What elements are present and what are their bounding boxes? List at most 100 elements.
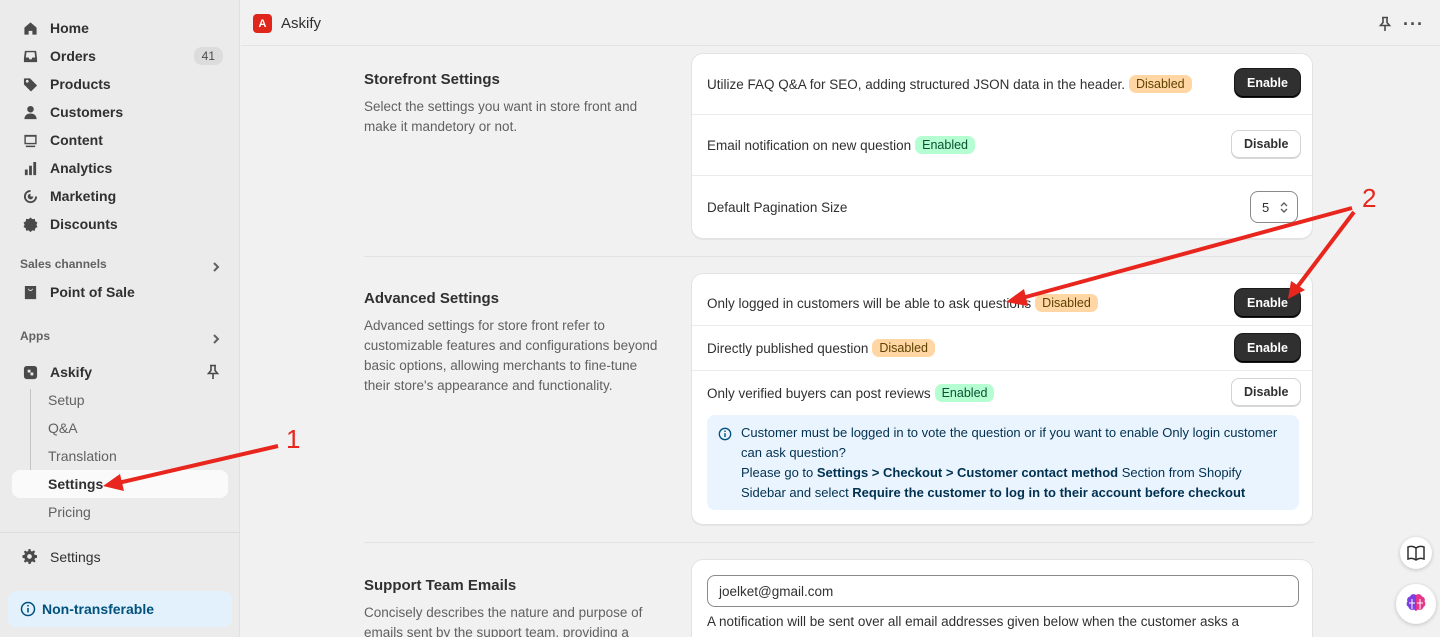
sidebar-item-label: Discounts <box>50 216 118 232</box>
status-badge: Disabled <box>872 339 935 357</box>
discount-icon <box>22 216 38 232</box>
enable-button[interactable]: Enable <box>1235 69 1300 97</box>
info-line-1: Customer must be logged in to vote the q… <box>741 425 1278 460</box>
enable-button[interactable]: Enable <box>1235 334 1300 362</box>
sidebar-item-content[interactable]: Content <box>12 126 228 154</box>
inbox-icon <box>22 48 38 64</box>
non-transferable-banner[interactable]: Non-transferable <box>8 591 232 627</box>
apps-heading: Apps <box>20 329 50 343</box>
sidebar-item-askify[interactable]: Askify <box>12 358 228 386</box>
seo-setting-row: Utilize FAQ Q&A for SEO, adding structur… <box>707 70 1299 98</box>
status-badge: Disabled <box>1035 294 1098 312</box>
sidebar-subitem-qa[interactable]: Q&A <box>48 420 78 436</box>
active-item-highlight <box>12 470 228 498</box>
guide-book-button[interactable] <box>1400 537 1432 569</box>
sidebar-subitem-setup[interactable]: Setup <box>48 392 85 408</box>
annotation-label-1: 1 <box>286 424 301 454</box>
section-divider <box>364 256 1314 257</box>
sidebar: Home Orders 41 Products Customers Conten… <box>0 0 240 637</box>
row-divider <box>692 325 1312 326</box>
sidebar-item-customers[interactable]: Customers <box>12 98 228 126</box>
info-icon <box>718 427 732 441</box>
advanced-settings-description: Advanced settings for store front refer … <box>364 318 658 393</box>
sidebar-item-point-of-sale[interactable]: Point of Sale <box>12 278 228 306</box>
email-notification-note: A notification will be sent over all ema… <box>707 614 1240 629</box>
orders-count-badge: 41 <box>193 47 223 65</box>
sidebar-item-label: Home <box>50 20 89 36</box>
gear-icon <box>22 549 38 565</box>
email-notification-row: Email notification on new question Enabl… <box>707 131 1299 159</box>
brain-icon <box>1406 594 1426 611</box>
person-icon <box>22 104 38 120</box>
storefront-settings-card: Utilize FAQ Q&A for SEO, adding structur… <box>691 53 1313 239</box>
support-emails-title: Support Team Emails <box>364 577 517 594</box>
logged-in-questions-row: Only logged in customers will be able to… <box>707 289 1299 317</box>
pin-icon[interactable] <box>1378 16 1392 32</box>
image-icon <box>22 132 38 148</box>
chevron-right-icon[interactable] <box>210 332 222 344</box>
store-icon <box>22 284 38 300</box>
status-badge: Enabled <box>934 384 995 402</box>
section-divider <box>364 542 1314 543</box>
sidebar-item-analytics[interactable]: Analytics <box>12 154 228 182</box>
storefront-settings-title: Storefront Settings <box>364 71 500 88</box>
sidebar-item-discounts[interactable]: Discounts <box>12 210 228 238</box>
sidebar-item-orders[interactable]: Orders 41 <box>12 42 228 70</box>
sidebar-item-label: Customers <box>50 104 124 120</box>
sidebar-item-label: Products <box>50 76 111 92</box>
pagination-size-select[interactable]: 5 <box>1250 191 1298 223</box>
disable-button[interactable]: Disable <box>1231 378 1302 406</box>
non-transferable-label: Non-transferable <box>42 601 155 617</box>
storefront-settings-description: Select the settings you want in store fr… <box>364 99 638 134</box>
setting-label: Utilize FAQ Q&A for SEO, adding structur… <box>707 76 1125 92</box>
target-icon <box>22 188 38 204</box>
support-emails-description: Concisely describes the nature and purpo… <box>364 605 643 637</box>
direct-publish-row: Directly published question Disabled <box>707 334 1299 362</box>
book-icon <box>1407 545 1425 561</box>
status-badge: Enabled <box>915 136 975 154</box>
sidebar-item-marketing[interactable]: Marketing <box>12 182 228 210</box>
sidebar-item-label: Settings <box>50 549 101 565</box>
row-divider <box>692 114 1312 115</box>
sidebar-subitem-settings[interactable]: Settings <box>48 476 103 492</box>
advanced-settings-title: Advanced Settings <box>364 290 500 307</box>
sidebar-item-label: Marketing <box>50 188 117 204</box>
pagination-size-row: Default Pagination Size <box>707 193 1299 221</box>
verified-buyers-row: Only verified buyers can post reviews En… <box>707 379 1299 407</box>
sidebar-item-label: Content <box>50 132 103 148</box>
support-email-input[interactable]: joelket@gmail.com <box>707 575 1299 607</box>
pin-icon[interactable] <box>206 364 220 380</box>
sidebar-item-settings[interactable]: Settings <box>12 543 228 571</box>
sidebar-item-label: Askify <box>50 364 93 380</box>
login-info-banner: Customer must be logged in to vote the q… <box>707 415 1299 510</box>
sidebar-subitem-translation[interactable]: Translation <box>48 448 117 464</box>
chevron-right-icon[interactable] <box>210 260 222 272</box>
sidebar-subitem-pricing[interactable]: Pricing <box>48 504 91 520</box>
info-icon <box>20 601 36 617</box>
home-icon <box>22 20 38 36</box>
info-option-text: Require the customer to log in to their … <box>852 485 1246 500</box>
sidebar-item-label: Point of Sale <box>50 284 135 300</box>
setting-label: Directly published question <box>707 340 869 356</box>
askify-logo: A <box>253 14 272 33</box>
more-options-icon[interactable]: ··· <box>1403 14 1424 35</box>
bar-chart-icon <box>22 160 38 176</box>
setting-label: Only logged in customers will be able to… <box>707 295 1032 311</box>
sidebar-item-products[interactable]: Products <box>12 70 228 98</box>
annotation-label-2: 2 <box>1362 183 1377 213</box>
tag-icon <box>22 76 38 92</box>
askify-app-icon <box>22 364 38 380</box>
disable-button[interactable]: Disable <box>1231 130 1302 158</box>
enable-button[interactable]: Enable <box>1235 289 1300 317</box>
select-value: 5 <box>1262 199 1270 215</box>
row-divider <box>692 370 1312 371</box>
sidebar-divider <box>0 532 240 533</box>
app-title: Askify <box>281 15 322 32</box>
status-badge: Disabled <box>1128 75 1192 93</box>
setting-label: Email notification on new question <box>707 137 912 153</box>
info-please-go: Please go to <box>741 465 817 480</box>
ai-assistant-button[interactable] <box>1396 584 1436 624</box>
sidebar-item-home[interactable]: Home <box>12 14 228 42</box>
chevron-up-down-icon <box>1280 202 1288 213</box>
info-banner-text: Customer must be logged in to vote the q… <box>741 423 1281 503</box>
